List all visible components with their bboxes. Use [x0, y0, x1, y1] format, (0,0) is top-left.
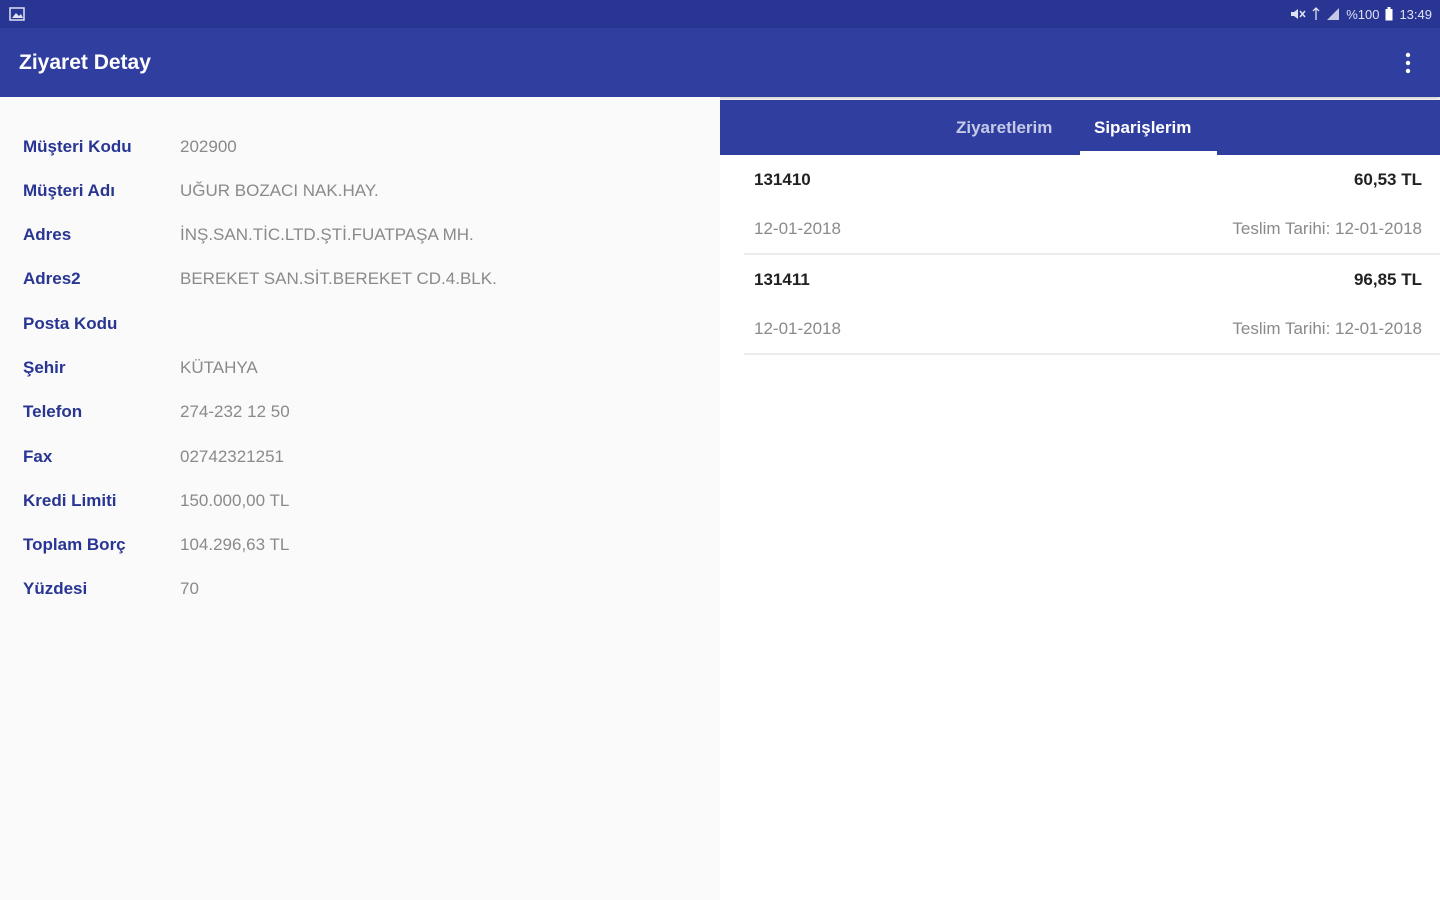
detail-row-customer-code: Müşteri Kodu 202900	[23, 137, 703, 161]
order-list-item[interactable]: 131410 60,53 TL 12-01-2018 Teslim Tarihi…	[744, 155, 1440, 255]
detail-value: 202900	[180, 137, 237, 156]
detail-label: Telefon	[23, 402, 83, 421]
order-delivery-date: Teslim Tarihi: 12-01-2018	[1232, 219, 1422, 238]
order-list-item[interactable]: 131411 96,85 TL 12-01-2018 Teslim Tarihi…	[744, 255, 1440, 355]
detail-row-city: Şehir KÜTAHYA	[23, 358, 703, 382]
detail-value: KÜTAHYA	[180, 358, 258, 377]
mute-icon	[1290, 7, 1306, 21]
detail-label: Adres2	[23, 269, 81, 288]
divider	[744, 353, 1440, 355]
detail-value: İNŞ.SAN.TİC.LTD.ŞTİ.FUATPAŞA MH.	[180, 225, 474, 244]
detail-row-credit-limit: Kredi Limiti 150.000,00 TL	[23, 491, 703, 515]
detail-row-address: Adres İNŞ.SAN.TİC.LTD.ŞTİ.FUATPAŞA MH.	[23, 225, 703, 249]
more-options-icon[interactable]	[1396, 50, 1420, 76]
tab-visits[interactable]: Ziyaretlerim	[956, 118, 1052, 138]
detail-value: UĞUR BOZACI NAK.HAY.	[180, 181, 379, 200]
detail-value: 274-232 12 50	[180, 402, 290, 421]
gallery-notification-icon	[9, 7, 25, 21]
tab-bar: Ziyaretlerim Siparişlerim	[720, 100, 1440, 155]
order-delivery-date: Teslim Tarihi: 12-01-2018	[1232, 319, 1422, 338]
detail-label: Fax	[23, 447, 53, 466]
order-number: 131410	[754, 170, 811, 189]
detail-row-fax: Fax 02742321251	[23, 447, 703, 471]
detail-label: Şehir	[23, 358, 66, 377]
status-bar: %100 13:49	[0, 0, 1440, 28]
tab-orders[interactable]: Siparişlerim	[1094, 118, 1191, 138]
order-amount: 60,53 TL	[1353, 170, 1422, 189]
detail-row-customer-name: Müşteri Adı UĞUR BOZACI NAK.HAY.	[23, 181, 703, 205]
detail-label: Kredi Limiti	[23, 491, 117, 510]
detail-label: Yüzdesi	[23, 579, 88, 598]
detail-label: Posta Kodu	[23, 314, 118, 333]
detail-row-postal-code: Posta Kodu	[23, 314, 703, 338]
app-bar: Ziyaret Detay	[0, 28, 1440, 97]
detail-value: 02742321251	[180, 447, 285, 466]
detail-value: 104.296,63 TL	[180, 535, 290, 554]
order-number: 131411	[754, 270, 810, 289]
battery-icon	[1385, 7, 1393, 21]
detail-row-phone: Telefon 274-232 12 50	[23, 402, 703, 426]
detail-row-address2: Adres2 BEREKET SAN.SİT.BEREKET CD.4.BLK.	[23, 269, 703, 293]
data-transfer-icon	[1312, 7, 1320, 21]
order-date: 12-01-2018	[754, 319, 841, 338]
clock: 13:49	[1399, 6, 1432, 22]
detail-value: BEREKET SAN.SİT.BEREKET CD.4.BLK.	[180, 269, 497, 288]
customer-details-panel: Müşteri Kodu 202900 Müşteri Adı UĞUR BOZ…	[0, 97, 720, 900]
page-title: Ziyaret Detay	[19, 51, 151, 74]
status-indicators: %100 13:49	[1290, 6, 1432, 22]
detail-label: Müşteri Kodu	[23, 137, 132, 156]
detail-value: 150.000,00 TL	[180, 491, 290, 510]
order-date: 12-01-2018	[754, 219, 841, 238]
order-amount: 96,85 TL	[1353, 270, 1422, 289]
signal-icon	[1326, 7, 1340, 21]
orders-panel: Ziyaretlerim Siparişlerim 131410 60,53 T…	[720, 100, 1440, 900]
detail-row-total-debt: Toplam Borç 104.296,63 TL	[23, 535, 703, 559]
detail-label: Adres	[23, 225, 72, 244]
detail-row-percentage: Yüzdesi 70	[23, 579, 703, 603]
battery-percentage: %100	[1346, 6, 1380, 22]
detail-value: 70	[180, 579, 199, 598]
detail-label: Toplam Borç	[23, 535, 126, 554]
detail-label: Müşteri Adı	[23, 181, 115, 200]
